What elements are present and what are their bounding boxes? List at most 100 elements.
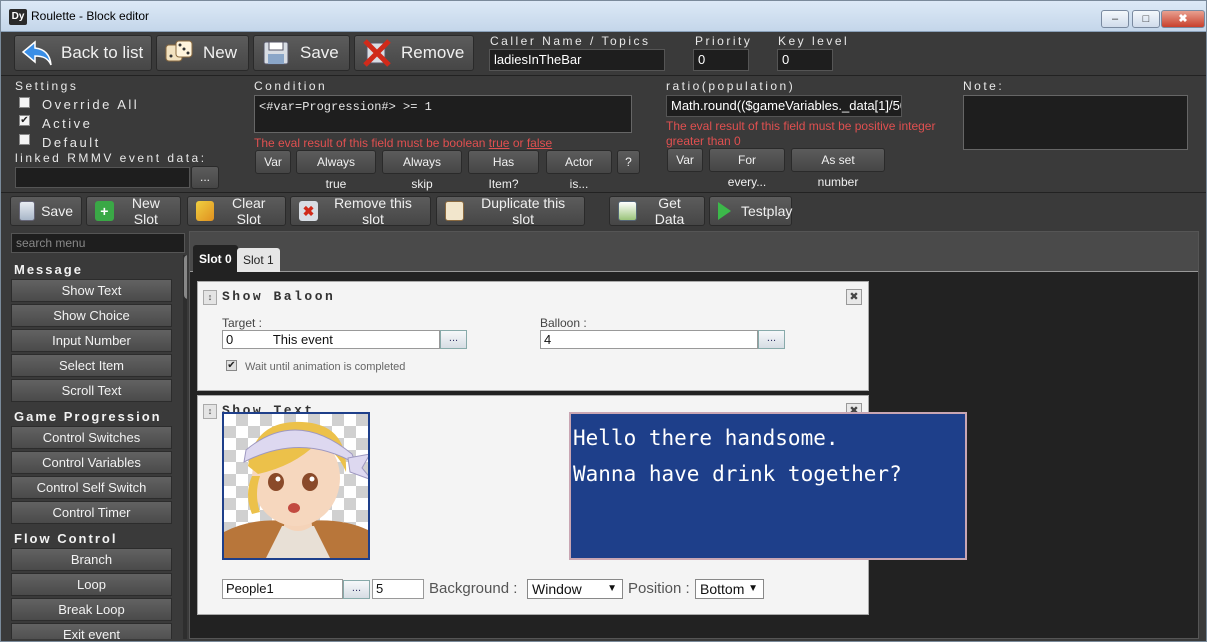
- caller-name-input[interactable]: ladiesInTheBar: [489, 49, 665, 71]
- get-data-icon: [618, 201, 638, 221]
- tab-slot-1[interactable]: Slot 1: [237, 248, 280, 272]
- linked-event-input[interactable]: [15, 167, 190, 188]
- minimize-button[interactable]: –: [1101, 10, 1129, 28]
- back-to-list-button[interactable]: Back to list: [14, 35, 152, 71]
- balloon-input[interactable]: 4: [540, 330, 758, 349]
- for-every-button[interactable]: For every...: [709, 148, 785, 189]
- menu-control-self-switch[interactable]: Control Self Switch: [11, 476, 172, 499]
- wait-checkbox[interactable]: ✔: [226, 360, 237, 371]
- tab-slot-0[interactable]: Slot 0: [193, 245, 238, 273]
- maximize-button[interactable]: □: [1132, 10, 1160, 28]
- condition-textarea[interactable]: <#var=Progression#> >= 1: [254, 95, 632, 133]
- default-checkbox[interactable]: [19, 134, 30, 145]
- show-balloon-title: Show Baloon: [222, 289, 336, 304]
- drag-handle-icon[interactable]: ↕: [203, 404, 217, 419]
- key-level-label: Key level: [778, 34, 850, 48]
- linked-event-label: linked RMMV event data:: [15, 151, 207, 165]
- ratio-input[interactable]: Math.round(($gameVariables._data[1]/50: [666, 95, 902, 117]
- active-checkbox[interactable]: ✔: [19, 115, 30, 126]
- play-icon: [718, 202, 731, 220]
- show-text-block: ↕ Show Text ✖ Hello there handsome. Wann…: [197, 395, 967, 615]
- condition-false-link: false: [526, 136, 553, 150]
- has-item-button[interactable]: Has Item?: [468, 150, 539, 191]
- remove-slot-button[interactable]: ✖ Remove this slot: [290, 195, 431, 227]
- menu-exit-event[interactable]: Exit event: [11, 623, 172, 639]
- eraser-icon: [196, 201, 215, 221]
- always-skip-button[interactable]: Always skip: [382, 150, 462, 191]
- wait-label: Wait until animation is completed: [245, 361, 406, 373]
- menu-branch[interactable]: Branch: [11, 548, 172, 571]
- position-value: Bottom: [700, 581, 745, 597]
- active-label: Active: [42, 116, 93, 131]
- key-level-input[interactable]: 0: [777, 49, 833, 71]
- target-label: Target :: [222, 316, 263, 330]
- menu-select-item[interactable]: Select Item: [11, 354, 172, 377]
- condition-note-text: The eval result of this field must be bo…: [254, 136, 489, 150]
- menu-break-loop[interactable]: Break Loop: [11, 598, 172, 621]
- menu-show-text[interactable]: Show Text: [11, 279, 172, 302]
- menu-input-number[interactable]: Input Number: [11, 329, 172, 352]
- background-label: Background :: [429, 580, 518, 597]
- menu-control-timer[interactable]: Control Timer: [11, 501, 172, 524]
- ratio-var-button[interactable]: Var: [667, 148, 703, 172]
- testplay-button[interactable]: Testplay: [709, 196, 792, 226]
- remove-x-icon: [363, 39, 391, 67]
- override-all-checkbox[interactable]: [19, 97, 30, 108]
- condition-var-button[interactable]: Var: [255, 150, 291, 174]
- divider: [1, 192, 1206, 193]
- menu-control-variables[interactable]: Control Variables: [11, 451, 172, 474]
- save-button[interactable]: Save: [253, 35, 350, 71]
- priority-input[interactable]: 0: [693, 49, 749, 71]
- chevron-down-icon: ▼: [748, 583, 758, 594]
- balloon-browse-button[interactable]: ...: [758, 330, 785, 349]
- menu-scroll-thumb[interactable]: [184, 255, 187, 299]
- slot-save-button[interactable]: Save: [10, 196, 82, 226]
- duplicate-slot-button[interactable]: Duplicate this slot: [436, 195, 585, 227]
- title-bar: Dy Roulette - Block editor – □ ✖: [1, 1, 1206, 32]
- actor-is-button[interactable]: Actor is...: [546, 150, 612, 191]
- target-input[interactable]: 0 This event: [222, 330, 440, 349]
- duplicate-slot-label: Duplicate this slot: [481, 195, 566, 227]
- dice-icon: [445, 201, 465, 221]
- menu-show-choice[interactable]: Show Choice: [11, 304, 172, 327]
- target-browse-button[interactable]: ...: [440, 330, 467, 349]
- menu-loop[interactable]: Loop: [11, 573, 172, 596]
- close-block-icon[interactable]: ✖: [846, 289, 862, 305]
- linked-event-browse-button[interactable]: ...: [191, 166, 219, 189]
- clear-slot-button[interactable]: Clear Slot: [187, 195, 286, 227]
- new-slot-label: New Slot: [131, 195, 160, 227]
- message-line-1: Hello there handsome.: [573, 426, 839, 450]
- close-button[interactable]: ✖: [1161, 10, 1205, 28]
- character-portrait-icon: [224, 421, 368, 558]
- menu-scroll-text[interactable]: Scroll Text: [11, 379, 172, 402]
- default-label: Default: [42, 135, 101, 150]
- chevron-down-icon: ▼: [607, 583, 617, 594]
- face-image[interactable]: [222, 412, 370, 560]
- face-browse-button[interactable]: ...: [343, 580, 370, 599]
- condition-or-text: or: [509, 136, 527, 150]
- menu-control-switches[interactable]: Control Switches: [11, 426, 172, 449]
- back-to-list-label: Back to list: [61, 43, 144, 62]
- menu-scrollbar[interactable]: [183, 255, 187, 639]
- position-select[interactable]: Bottom ▼: [695, 579, 764, 599]
- note-textarea[interactable]: [963, 95, 1188, 150]
- remove-label: Remove: [401, 43, 465, 62]
- remove-button[interactable]: Remove: [354, 35, 474, 71]
- new-button[interactable]: New: [156, 35, 249, 71]
- message-line-2: Wanna have drink together?: [573, 462, 902, 486]
- get-data-button[interactable]: Get Data: [609, 195, 705, 227]
- target-id: 0: [226, 332, 234, 347]
- caller-name-label: Caller Name / Topics: [490, 34, 651, 48]
- background-select[interactable]: Window ▼: [527, 579, 623, 599]
- message-text-area[interactable]: Hello there handsome. Wanna have drink t…: [569, 412, 967, 560]
- search-menu-input[interactable]: search menu: [11, 233, 185, 253]
- face-index-input[interactable]: 5: [372, 579, 424, 599]
- condition-help-button[interactable]: ?: [617, 150, 640, 174]
- face-name-input[interactable]: People1: [222, 579, 343, 599]
- always-true-button[interactable]: Always true: [296, 150, 376, 191]
- settings-label: Settings: [15, 79, 79, 93]
- drag-handle-icon[interactable]: ↕: [203, 290, 217, 305]
- new-slot-button[interactable]: + New Slot: [86, 195, 181, 227]
- position-label: Position :: [628, 580, 690, 597]
- as-set-number-button[interactable]: As set number: [791, 148, 885, 189]
